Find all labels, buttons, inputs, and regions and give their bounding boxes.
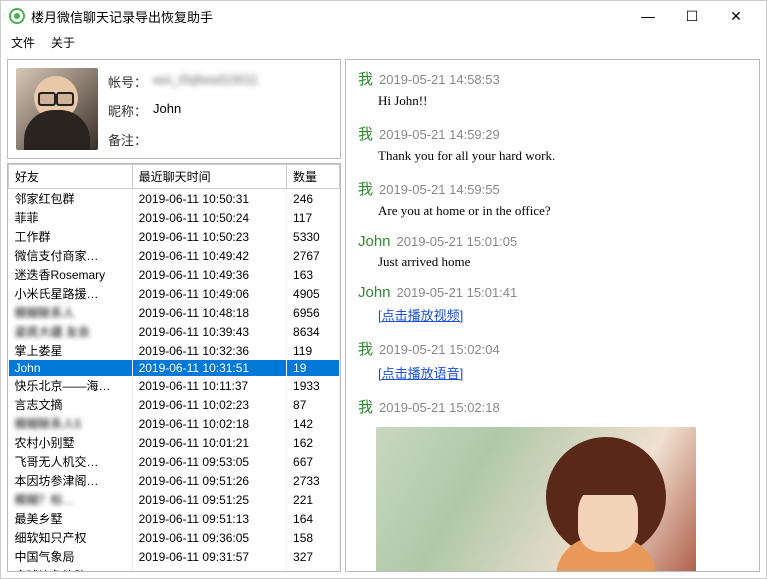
message-body: Are you at home or in the office? <box>378 203 747 219</box>
message-sender: 我 <box>358 338 373 359</box>
message-sender: John <box>358 233 391 250</box>
chat-panel[interactable]: 我 2019-05-21 14:58:53 Hi John!! 我 2019-05-21… <box>345 59 760 572</box>
table-row[interactable]: 小米氏星路援…2019-06-11 10:49:064905 <box>9 284 340 303</box>
window-title: 楼月微信聊天记录导出恢复助手 <box>31 7 626 26</box>
nickname-value: John <box>153 101 181 120</box>
table-row[interactable]: 中国气象局2019-06-11 09:31:57327 <box>9 547 340 566</box>
contacts-table-box: 好友 最近聊天时间 数量 邻家红包群2019-06-11 10:50:31246… <box>7 163 341 572</box>
table-row[interactable]: 姿底大疆 友会2019-06-11 10:39:438634 <box>9 322 340 341</box>
table-row[interactable]: 迷迭香Rosemary2019-06-11 10:49:36163 <box>9 265 340 284</box>
message-time: 2019-05-21 14:59:55 <box>379 182 500 197</box>
table-row[interactable]: 全球钓鱼策略2019-06-11 09:25:55161 <box>9 566 340 571</box>
chat-message: 我 2019-05-21 15:02:04 [点击播放语音] <box>358 338 747 390</box>
profile-info: 帐号： wxi_l0qfwsd10011 昵称： John 备注： <box>108 68 258 150</box>
media-link[interactable]: [点击播放语音] <box>378 363 747 382</box>
table-row[interactable]: 模糊联系人52019-06-11 10:02:18142 <box>9 414 340 433</box>
table-row[interactable]: 快乐北京——海…2019-06-11 10:11:371933 <box>9 376 340 395</box>
message-time: 2019-05-21 14:59:29 <box>379 127 500 142</box>
col-friend[interactable]: 好友 <box>9 165 133 189</box>
window-controls: — ☐ ✕ <box>626 2 758 30</box>
table-row[interactable]: 工作群2019-06-11 10:50:235330 <box>9 227 340 246</box>
table-row[interactable]: 最美乡墅2019-06-11 09:51:13164 <box>9 509 340 528</box>
message-time: 2019-05-21 14:58:53 <box>379 72 500 87</box>
table-row[interactable]: 菲菲2019-06-11 10:50:24117 <box>9 208 340 227</box>
chat-message: 我 2019-05-21 14:59:55 Are you at home or i… <box>358 178 747 227</box>
contacts-table: 好友 最近聊天时间 数量 邻家红包群2019-06-11 10:50:31246… <box>8 164 340 571</box>
message-sender: 我 <box>358 396 373 417</box>
content-area: 帐号： wxi_l0qfwsd10011 昵称： John 备注： <box>1 53 766 578</box>
message-time: 2019-05-21 15:02:18 <box>379 400 500 415</box>
message-sender: 我 <box>358 178 373 199</box>
col-lastchat[interactable]: 最近聊天时间 <box>132 165 286 189</box>
minimize-button[interactable]: — <box>626 2 670 30</box>
table-row[interactable]: 飞哥无人机交…2019-06-11 09:53:05667 <box>9 452 340 471</box>
chat-message: John 2019-05-21 15:01:05 Just arrived home <box>358 233 747 278</box>
app-window: 楼月微信聊天记录导出恢复助手 — ☐ ✕ 文件 关于 帐号： wxi_l0qfw… <box>0 0 767 579</box>
title-bar: 楼月微信聊天记录导出恢复助手 — ☐ ✕ <box>1 1 766 31</box>
account-label: 帐号： <box>108 72 147 91</box>
table-row[interactable]: 本因坊参津阁…2019-06-11 09:51:262733 <box>9 471 340 490</box>
message-time: 2019-05-21 15:01:05 <box>397 234 518 249</box>
app-icon <box>9 8 25 24</box>
table-row[interactable]: 模糊联系人2019-06-11 10:48:186956 <box>9 303 340 322</box>
menu-file[interactable]: 文件 <box>11 34 35 51</box>
table-row[interactable]: 邻家红包群2019-06-11 10:50:31246 <box>9 189 340 209</box>
remark-label: 备注： <box>108 130 147 149</box>
message-body: Just arrived home <box>378 254 747 270</box>
message-body: Hi John!! <box>378 93 747 109</box>
message-time: 2019-05-21 15:02:04 <box>379 342 500 357</box>
menu-bar: 文件 关于 <box>1 31 766 53</box>
nickname-label: 昵称： <box>108 101 147 120</box>
left-panel: 帐号： wxi_l0qfwsd10011 昵称： John 备注： <box>7 59 341 572</box>
message-time: 2019-05-21 15:01:41 <box>397 285 518 300</box>
table-row[interactable]: 言志文摘2019-06-11 10:02:2387 <box>9 395 340 414</box>
table-row[interactable]: 模糊？标…2019-06-11 09:51:25221 <box>9 490 340 509</box>
profile-avatar <box>16 68 98 150</box>
message-sender: 我 <box>358 123 373 144</box>
table-row[interactable]: 掌上娄星2019-06-11 10:32:36119 <box>9 341 340 360</box>
table-row[interactable]: 农村小别墅2019-06-11 10:01:21162 <box>9 433 340 452</box>
close-button[interactable]: ✕ <box>714 2 758 30</box>
table-row[interactable]: 微信支付商家…2019-06-11 10:49:422767 <box>9 246 340 265</box>
chat-message: 我 2019-05-21 14:59:29 Thank you for all yo… <box>358 123 747 172</box>
media-link[interactable]: [点击播放视频] <box>378 305 747 324</box>
col-count[interactable]: 数量 <box>287 165 340 189</box>
contacts-table-scroll[interactable]: 好友 最近聊天时间 数量 邻家红包群2019-06-11 10:50:31246… <box>8 164 340 571</box>
table-row[interactable]: 细软知只产权2019-06-11 09:36:05158 <box>9 528 340 547</box>
profile-box: 帐号： wxi_l0qfwsd10011 昵称： John 备注： <box>7 59 341 159</box>
menu-about[interactable]: 关于 <box>51 34 75 51</box>
message-sender: 我 <box>358 68 373 89</box>
chat-image[interactable] <box>376 427 696 572</box>
chat-message: John 2019-05-21 15:01:41 [点击播放视频] <box>358 284 747 332</box>
maximize-button[interactable]: ☐ <box>670 2 714 30</box>
message-body: Thank you for all your hard work. <box>378 148 747 164</box>
message-sender: John <box>358 284 391 301</box>
chat-message: 我 2019-05-21 15:02:18 <box>358 396 747 572</box>
account-value: wxi_l0qfwsd10011 <box>153 72 258 91</box>
chat-message: 我 2019-05-21 14:58:53 Hi John!! <box>358 68 747 117</box>
table-row[interactable]: John2019-06-11 10:31:5119 <box>9 360 340 376</box>
